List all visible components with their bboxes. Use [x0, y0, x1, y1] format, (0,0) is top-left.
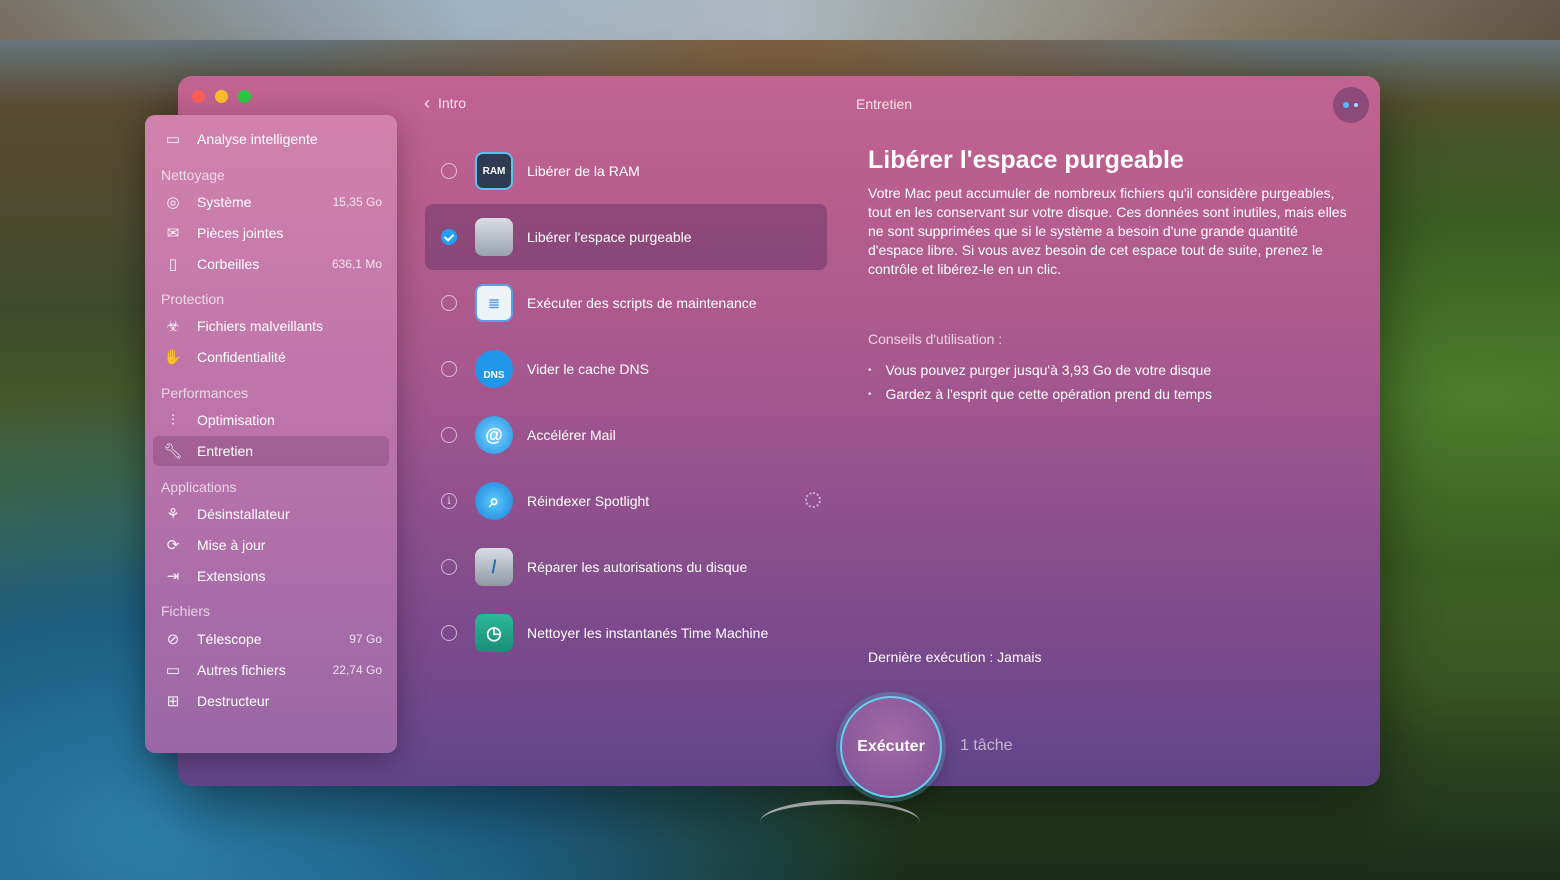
last-run-status: Dernière exécution : Jamais — [868, 649, 1042, 665]
info-icon[interactable]: i — [441, 493, 457, 509]
sliders-icon: ⫶ — [171, 411, 175, 429]
task-item-spotlight[interactable]: i ⌕ Réindexer Spotlight — [425, 468, 827, 534]
window-controls — [192, 90, 251, 103]
tip-item: Gardez à l'esprit que cette opération pr… — [868, 382, 1212, 406]
telescope-icon: ⊘ — [166, 631, 180, 648]
sidebar-item-systeme[interactable]: ◎ Système 15,35 Go — [153, 187, 389, 217]
wallpaper-bridge — [760, 800, 920, 844]
assistant-button[interactable] — [1333, 87, 1369, 123]
loading-spinner-icon — [805, 492, 821, 508]
update-icon: ⟳ — [166, 537, 180, 554]
task-item-dns[interactable]: DNS Vider le cache DNS — [425, 336, 827, 402]
back-button[interactable]: ‹ Intro — [424, 93, 466, 113]
clipboard-icon: ≣ — [475, 284, 513, 322]
chevron-left-icon: ‹ — [424, 93, 430, 113]
close-window-button[interactable] — [192, 90, 205, 103]
trash-icon: ▯ — [168, 256, 178, 273]
tips-list: Vous pouvez purger jusqu'à 3,93 Go de vo… — [868, 358, 1212, 406]
assistant-dot-icon — [1343, 102, 1349, 108]
dns-icon: DNS — [475, 350, 513, 388]
mail-speed-icon: @ — [475, 416, 513, 454]
sidebar-item-desinstallateur[interactable]: ⚘ Désinstallateur — [153, 499, 389, 529]
hand-icon: ✋ — [163, 349, 183, 366]
task-count: 1 tâche — [960, 737, 1013, 754]
assistant-dot-small-icon — [1354, 103, 1358, 107]
task-radio[interactable] — [441, 361, 457, 377]
sidebar-item-optimisation[interactable]: ⫶ Optimisation — [153, 405, 389, 435]
sidebar-item-smart-scan[interactable]: ▭ Analyse intelligente — [153, 124, 389, 154]
mail-icon: ✉ — [166, 225, 180, 242]
time-machine-icon: ◷ — [475, 614, 513, 652]
sidebar-item-corbeilles[interactable]: ▯ Corbeilles 636,1 Mo — [153, 249, 389, 279]
disk-icon: ◎ — [166, 194, 180, 211]
task-radio[interactable] — [441, 427, 457, 443]
section-title-protection: Protection — [161, 291, 225, 307]
sidebar-item-destructeur[interactable]: ⊞ Destructeur — [153, 686, 389, 716]
task-item-purgeable[interactable]: Libérer l'espace purgeable — [425, 204, 827, 270]
section-title-applications: Applications — [161, 479, 237, 495]
run-button[interactable]: Exécuter — [840, 696, 942, 798]
spotlight-icon: ⌕ — [475, 482, 513, 520]
drive-icon — [475, 218, 513, 256]
sidebar: ▭ Analyse intelligente Nettoyage ◎ Systè… — [145, 115, 397, 753]
sidebar-item-pieces-jointes[interactable]: ✉ Pièces jointes — [153, 218, 389, 248]
folder-icon: ▭ — [165, 662, 181, 679]
section-title-fichiers: Fichiers — [161, 603, 211, 619]
section-title-performances: Performances — [161, 385, 249, 401]
wallpaper-sky — [0, 0, 1560, 40]
biohazard-icon: ☣ — [166, 318, 180, 335]
task-item-scripts[interactable]: ≣ Exécuter des scripts de maintenance — [425, 270, 827, 336]
minimize-window-button[interactable] — [215, 90, 228, 103]
extensions-icon: ⇥ — [166, 568, 180, 585]
sidebar-item-mise-a-jour[interactable]: ⟳ Mise à jour — [153, 530, 389, 560]
task-item-time-machine[interactable]: ◷ Nettoyer les instantanés Time Machine — [425, 600, 827, 666]
task-radio[interactable] — [441, 295, 457, 311]
task-item-ram[interactable]: RAM Libérer de la RAM — [425, 138, 827, 204]
task-item-mail[interactable]: @ Accélérer Mail — [425, 402, 827, 468]
shredder-icon: ⊞ — [166, 693, 180, 710]
tip-item: Vous pouvez purger jusqu'à 3,93 Go de vo… — [868, 358, 1212, 382]
sidebar-item-entretien[interactable]: 🔧︎ Entretien — [153, 436, 389, 466]
tips-title: Conseils d'utilisation : — [868, 331, 1003, 347]
detail-description: Votre Mac peut accumuler de nombreux fic… — [868, 185, 1347, 277]
task-radio[interactable] — [441, 163, 457, 179]
wrench-icon: 🔧︎ — [163, 443, 183, 460]
task-radio[interactable] — [441, 559, 457, 575]
disk-repair-icon: / — [475, 548, 513, 586]
sidebar-item-confidentialite[interactable]: ✋ Confidentialité — [153, 342, 389, 372]
task-radio[interactable] — [441, 625, 457, 641]
ram-icon: RAM — [475, 152, 513, 190]
sidebar-item-fichiers-malveillants[interactable]: ☣ Fichiers malveillants — [153, 311, 389, 341]
task-checkbox-checked[interactable] — [441, 229, 457, 245]
sidebar-item-telescope[interactable]: ⊘ Télescope 97 Go — [153, 624, 389, 654]
zoom-window-button[interactable] — [238, 90, 251, 103]
sidebar-item-autres-fichiers[interactable]: ▭ Autres fichiers 22,74 Go — [153, 655, 389, 685]
page-title: Entretien — [856, 96, 913, 112]
section-title-nettoyage: Nettoyage — [161, 167, 225, 183]
task-item-permissions[interactable]: / Réparer les autorisations du disque — [425, 534, 827, 600]
monitor-icon: ▭ — [165, 131, 181, 148]
detail-title: Libérer l'espace purgeable — [868, 146, 1184, 174]
apps-icon: ⚘ — [166, 506, 180, 523]
sidebar-item-extensions[interactable]: ⇥ Extensions — [153, 561, 389, 591]
